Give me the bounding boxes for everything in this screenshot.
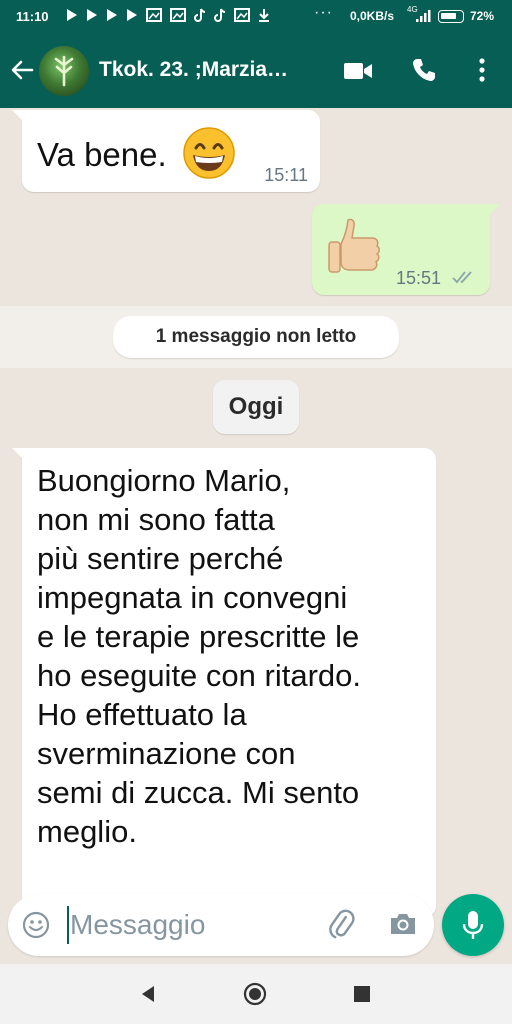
play-store-icon — [67, 9, 77, 21]
message-bubble-outgoing[interactable]: 15:51 — [312, 204, 500, 295]
more-options-icon[interactable] — [470, 56, 494, 84]
battery-level: 72% — [470, 9, 495, 23]
nav-back-icon[interactable] — [138, 984, 158, 1004]
avatar[interactable] — [39, 46, 89, 96]
unread-messages-banner: 1 messaggio non letto — [113, 316, 399, 358]
message-time: 15:51 — [396, 268, 442, 288]
play-store-icon — [107, 9, 117, 21]
voice-message-button[interactable] — [442, 894, 504, 956]
notification-icons — [66, 8, 270, 22]
download-icon — [259, 9, 269, 22]
network-speed: 0,0KB/s — [350, 9, 395, 23]
camera-icon[interactable] — [388, 909, 418, 939]
message-text: Buongiorno Mario, non mi sono fatta più … — [37, 463, 361, 849]
gallery-icon — [146, 8, 162, 22]
message-text: Va bene. — [37, 136, 167, 173]
nav-home-icon[interactable] — [243, 982, 267, 1006]
signal-icon — [416, 10, 431, 22]
grinning-face-icon — [183, 127, 235, 179]
message-input[interactable] — [70, 902, 310, 948]
read-receipt-icon — [452, 271, 472, 284]
system-navigation-bar — [0, 964, 512, 1024]
tiktok-icon — [194, 8, 206, 22]
more-notifications-icon: ··· — [314, 4, 333, 21]
message-bubble-incoming[interactable]: Va bene. 15:11 — [12, 110, 320, 192]
tiktok-icon — [214, 8, 226, 22]
bubble-tail — [12, 110, 24, 122]
date-divider: Oggi — [213, 380, 299, 434]
play-store-icon — [87, 9, 97, 21]
avatar-symbol-icon — [54, 55, 74, 87]
message-time: 15:11 — [264, 165, 308, 185]
thumbs-up-icon — [328, 218, 380, 273]
app-header: 11:10 ··· 0,0KB/s 4G 72% Tkok. 23. ;Marz… — [0, 0, 512, 108]
microphone-icon — [462, 911, 484, 939]
chat-area[interactable]: Va bene. 15:11 15:51 1 messaggio non let… — [0, 108, 512, 964]
video-call-icon[interactable] — [342, 59, 374, 83]
message-composer — [8, 894, 434, 956]
status-bar: 11:10 ··· 0,0KB/s 4G 72% — [0, 0, 512, 34]
bubble-tail — [12, 448, 24, 460]
status-time: 11:10 — [16, 9, 49, 24]
text-cursor — [67, 906, 69, 944]
nav-recents-icon[interactable] — [354, 986, 370, 1002]
back-arrow-icon[interactable] — [8, 56, 36, 84]
gallery-icon — [170, 8, 186, 22]
gallery-icon — [234, 8, 250, 22]
message-bubble-incoming[interactable]: Buongiorno Mario, non mi sono fatta più … — [12, 448, 436, 918]
play-store-icon — [127, 9, 137, 21]
emoji-icon[interactable] — [22, 911, 50, 939]
voice-call-icon[interactable] — [410, 56, 438, 84]
attach-icon[interactable] — [326, 908, 356, 940]
battery-icon — [438, 10, 464, 23]
bubble-tail — [488, 204, 500, 216]
contact-name[interactable]: Tkok. 23. ;Marzia… — [99, 58, 288, 82]
